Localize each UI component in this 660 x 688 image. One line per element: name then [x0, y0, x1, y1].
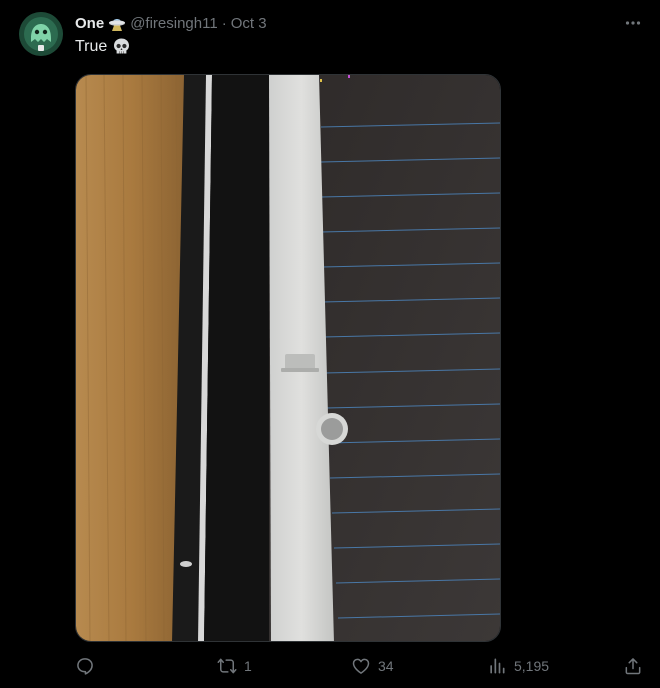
- reply-button[interactable]: [75, 654, 102, 678]
- action-bar: 1 34 5,195: [75, 654, 645, 678]
- tweet-text-content: True: [75, 37, 108, 55]
- display-name[interactable]: One: [75, 15, 104, 32]
- retweet-icon: [217, 658, 237, 674]
- skull-icon: [112, 37, 131, 56]
- reply-icon: [77, 658, 93, 675]
- separator-dot: ·: [221, 14, 227, 32]
- tweet-date[interactable]: Oct 3: [231, 15, 267, 32]
- more-horizontal-icon: [625, 21, 641, 25]
- retweet-count: 1: [244, 658, 252, 674]
- ufo-icon: [108, 14, 126, 32]
- views-count: 5,195: [514, 658, 550, 674]
- tweet-header: One @firesingh11 · Oct 3: [75, 13, 267, 33]
- views-button[interactable]: 5,195: [487, 654, 549, 678]
- handle[interactable]: @firesingh11: [130, 15, 218, 32]
- heart-icon: [352, 658, 370, 674]
- avatar[interactable]: [19, 12, 63, 56]
- avatar-ghost-icon: [19, 12, 63, 56]
- more-options-button[interactable]: [622, 12, 644, 34]
- tweet[interactable]: One @firesingh11 · Oct 3 True 1 34 5,195: [0, 0, 660, 688]
- retweet-button[interactable]: 1: [217, 654, 252, 678]
- views-chart-icon: [490, 658, 505, 674]
- tweet-photo[interactable]: [75, 74, 501, 642]
- photo-image: [76, 75, 500, 641]
- share-icon: [625, 658, 641, 675]
- tweet-text: True: [75, 37, 131, 56]
- like-button[interactable]: 34: [351, 654, 394, 678]
- share-button[interactable]: [623, 654, 643, 678]
- like-count: 34: [378, 658, 394, 674]
